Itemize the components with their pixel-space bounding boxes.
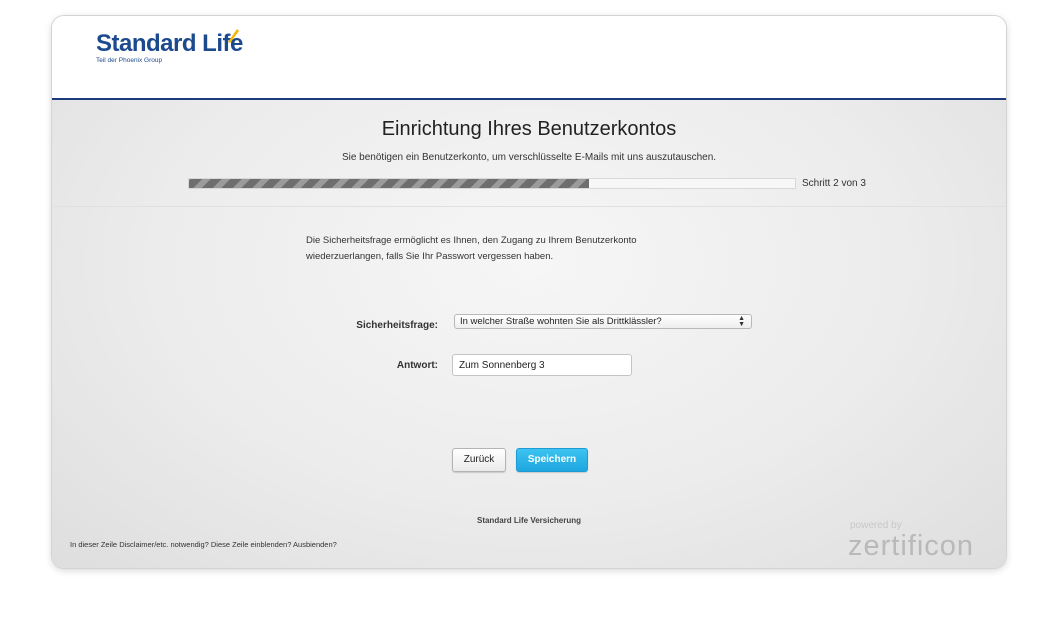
standard-life-logo: Standard Life Teil der Phoenix Group xyxy=(96,29,243,64)
answer-label: Antwort: xyxy=(396,360,438,371)
header: Standard Life Teil der Phoenix Group xyxy=(52,16,1006,100)
back-button[interactable]: Zurück xyxy=(452,448,506,472)
content-area: Einrichtung Ihres Benutzerkontos Sie ben… xyxy=(52,100,1006,568)
logo-flame-icon xyxy=(228,29,239,43)
security-question-label: Sicherheitsfrage: xyxy=(356,320,438,331)
progress-bar xyxy=(188,178,796,189)
security-question-value: In welcher Straße wohnten Sie als Drittk… xyxy=(460,316,662,327)
security-question-select[interactable]: In welcher Straße wohnten Sie als Drittk… xyxy=(454,314,752,329)
info-text-line: wiederzuerlangen, falls Sie Ihr Passwort… xyxy=(306,251,554,262)
logo-subtitle: Teil der Phoenix Group xyxy=(96,57,163,64)
answer-input[interactable] xyxy=(452,354,632,376)
divider xyxy=(52,206,1006,207)
logo-name: Standard Life xyxy=(96,30,243,57)
zertificon-logo: zertificon xyxy=(848,530,975,562)
save-button[interactable]: Speichern xyxy=(516,448,588,472)
page-title: Einrichtung Ihres Benutzerkontos xyxy=(381,118,677,140)
info-text-line: Die Sicherheitsfrage ermöglicht es Ihnen… xyxy=(306,235,637,246)
progress-fill xyxy=(189,179,589,188)
select-arrows-icon: ▲ ▼ xyxy=(738,315,745,328)
step-indicator: Schritt 2 von 3 xyxy=(802,178,866,189)
disclaimer-text: In dieser Zeile Disclaimer/etc. notwendi… xyxy=(70,540,337,549)
main-card: Standard Life Teil der Phoenix Group Ein… xyxy=(52,16,1006,568)
page-subtitle: Sie benötigen ein Benutzerkonto, um vers… xyxy=(341,152,717,163)
info-text: Die Sicherheitsfrage ermöglicht es Ihnen… xyxy=(306,233,726,265)
